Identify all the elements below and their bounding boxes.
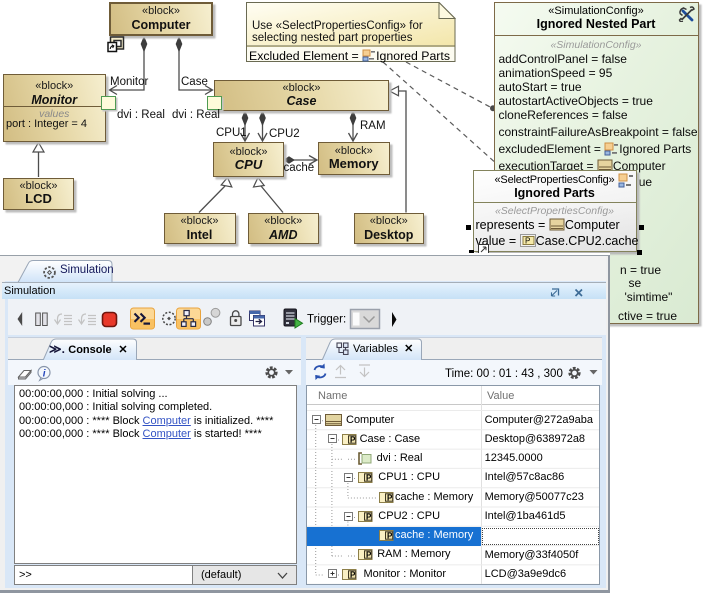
svg-text:i: i [43, 368, 46, 379]
svg-text:P: P [525, 237, 530, 246]
svg-text:Trigger:: Trigger: [307, 314, 346, 326]
svg-text:Time: 00 : 01 : 43 , 300: Time: 00 : 01 : 43 , 300 [445, 368, 563, 380]
